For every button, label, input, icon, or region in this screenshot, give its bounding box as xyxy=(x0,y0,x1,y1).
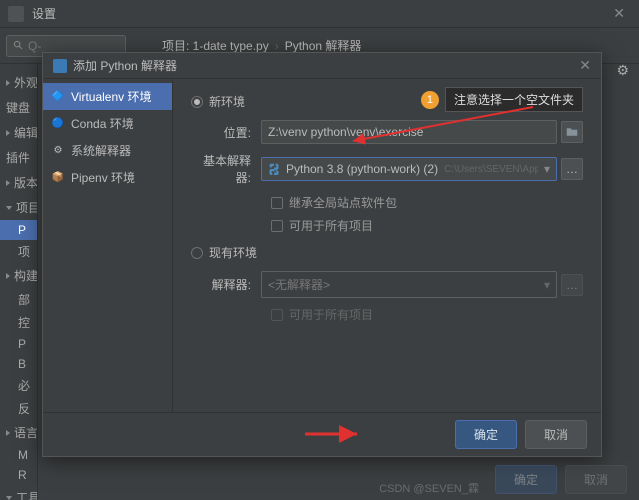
radio-label: 现有环境 xyxy=(209,244,257,261)
app-icon xyxy=(8,6,24,22)
browse-base-button[interactable]: … xyxy=(561,158,583,180)
interp-label: 解释器: xyxy=(191,276,261,293)
chevron-down-icon: ▾ xyxy=(544,162,550,176)
outer-footer: 确定 取消 xyxy=(495,465,627,494)
window-titlebar: 设置 ✕ xyxy=(0,0,639,28)
cancel-button[interactable]: 取消 xyxy=(525,420,587,449)
base-interp-select[interactable]: Python 3.8 (python-work) (2) C:\Users\SE… xyxy=(261,157,557,181)
outer-cancel-button[interactable]: 取消 xyxy=(565,465,627,494)
base-interp-label: 基本解释器: xyxy=(191,152,261,186)
browse-interp-button: … xyxy=(561,274,583,296)
interp-select: <无解释器> ▾ xyxy=(261,271,557,298)
sidebar-item[interactable]: 项目 xyxy=(0,195,37,220)
folder-icon xyxy=(566,126,578,138)
dialog-title: 添加 Python 解释器 xyxy=(73,57,579,74)
search-icon xyxy=(13,40,24,51)
interp-type-item[interactable]: 🔷 Virtualenv 环境 xyxy=(43,83,172,110)
search-placeholder: Q- xyxy=(28,39,41,53)
sidebar-item[interactable]: 项 xyxy=(0,240,37,263)
sidebar-item[interactable]: M xyxy=(0,445,37,465)
checkbox-icon xyxy=(271,309,283,321)
interp-type-item[interactable]: ⚙ 系统解释器 xyxy=(43,137,172,164)
dialog-main: 1 注意选择一个空文件夹 新环境 位置: Z:\venv python\venv… xyxy=(173,79,601,412)
interp-type-label: 系统解释器 xyxy=(71,142,131,159)
sidebar-item[interactable]: 插件 xyxy=(0,145,37,170)
sidebar-item[interactable]: 工具 xyxy=(0,485,37,500)
sidebar-item[interactable]: 反 xyxy=(0,397,37,420)
settings-sidebar: 外观键盘编辑插件版本项目P项构建部控PB必反语言MR工具Space xyxy=(0,64,38,500)
ok-button[interactable]: 确定 xyxy=(455,420,517,449)
radio-icon xyxy=(191,247,203,259)
add-interpreter-dialog: 添加 Python 解释器 ✕ 🔷 Virtualenv 环境 🔵 Conda 环境 ⚙… xyxy=(42,52,602,457)
checkbox-label: 可用于所有项目 xyxy=(289,306,373,323)
interpreter-type-sidebar: 🔷 Virtualenv 环境 🔵 Conda 环境 ⚙ 系统解释器 📦 Pipenv 环境 xyxy=(43,79,173,412)
sidebar-item[interactable]: 控 xyxy=(0,311,37,334)
window-close-icon[interactable]: ✕ xyxy=(607,5,631,22)
sidebar-item[interactable]: 键盘 xyxy=(0,95,37,120)
callout-text: 注意选择一个空文件夹 xyxy=(445,87,583,112)
outer-ok-button[interactable]: 确定 xyxy=(495,465,557,494)
interp-type-item[interactable]: 🔵 Conda 环境 xyxy=(43,110,172,137)
radio-label: 新环境 xyxy=(209,93,245,110)
checkbox-icon xyxy=(271,220,283,232)
sidebar-item[interactable]: 版本 xyxy=(0,170,37,195)
sidebar-item[interactable]: 部 xyxy=(0,288,37,311)
checkbox-all-projects-1[interactable]: 可用于所有项目 xyxy=(271,217,583,234)
interp-type-icon: 🔷 xyxy=(51,90,65,104)
radio-existing-env[interactable]: 现有环境 xyxy=(191,244,583,261)
dialog-header: 添加 Python 解释器 ✕ xyxy=(43,53,601,79)
gear-icon[interactable]: ⚙ xyxy=(616,62,629,79)
interp-type-icon: ⚙ xyxy=(51,144,65,158)
sidebar-item[interactable]: P xyxy=(0,334,37,354)
callout-number: 1 xyxy=(421,91,439,109)
chevron-down-icon: ▾ xyxy=(544,278,550,292)
python-logo-icon xyxy=(268,163,280,175)
checkbox-label: 可用于所有项目 xyxy=(289,217,373,234)
location-label: 位置: xyxy=(191,124,261,141)
dialog-footer: 确定 取消 xyxy=(43,412,601,456)
interp-type-label: Pipenv 环境 xyxy=(71,169,135,186)
sidebar-item[interactable]: 语言 xyxy=(0,420,37,445)
checkbox-all-projects-2: 可用于所有项目 xyxy=(271,306,583,323)
browse-location-button[interactable] xyxy=(561,121,583,143)
annotation-arrow-2 xyxy=(303,425,363,443)
base-interp-value: Python 3.8 (python-work) (2) xyxy=(286,162,438,176)
dialog-close-icon[interactable]: ✕ xyxy=(579,57,591,74)
sidebar-item[interactable]: R xyxy=(0,465,37,485)
sidebar-item[interactable]: P xyxy=(0,220,37,240)
checkbox-label: 继承全局站点软件包 xyxy=(289,194,397,211)
sidebar-item[interactable]: 编辑 xyxy=(0,120,37,145)
window-title: 设置 xyxy=(32,5,607,22)
sidebar-item[interactable]: 必 xyxy=(0,374,37,397)
callout-annotation: 1 注意选择一个空文件夹 xyxy=(421,87,583,112)
sidebar-item[interactable]: 构建 xyxy=(0,263,37,288)
interp-type-item[interactable]: 📦 Pipenv 环境 xyxy=(43,164,172,191)
checkbox-icon xyxy=(271,197,283,209)
python-icon xyxy=(53,59,67,73)
base-interp-path: C:\Users\SEVEN\AppData\Local\Programs\ xyxy=(444,164,538,175)
interp-type-label: Virtualenv 环境 xyxy=(71,88,151,105)
interp-type-icon: 📦 xyxy=(51,171,65,185)
radio-icon xyxy=(191,96,203,108)
watermark-text: CSDN @SEVEN_霖 xyxy=(379,480,479,496)
sidebar-item[interactable]: 外观 xyxy=(0,70,37,95)
interp-type-label: Conda 环境 xyxy=(71,115,134,132)
interp-type-icon: 🔵 xyxy=(51,117,65,131)
location-input[interactable]: Z:\venv python\venv\exercise xyxy=(261,120,557,144)
sidebar-item[interactable]: B xyxy=(0,354,37,374)
chevron-right-icon: › xyxy=(275,39,279,53)
checkbox-inherit[interactable]: 继承全局站点软件包 xyxy=(271,194,583,211)
